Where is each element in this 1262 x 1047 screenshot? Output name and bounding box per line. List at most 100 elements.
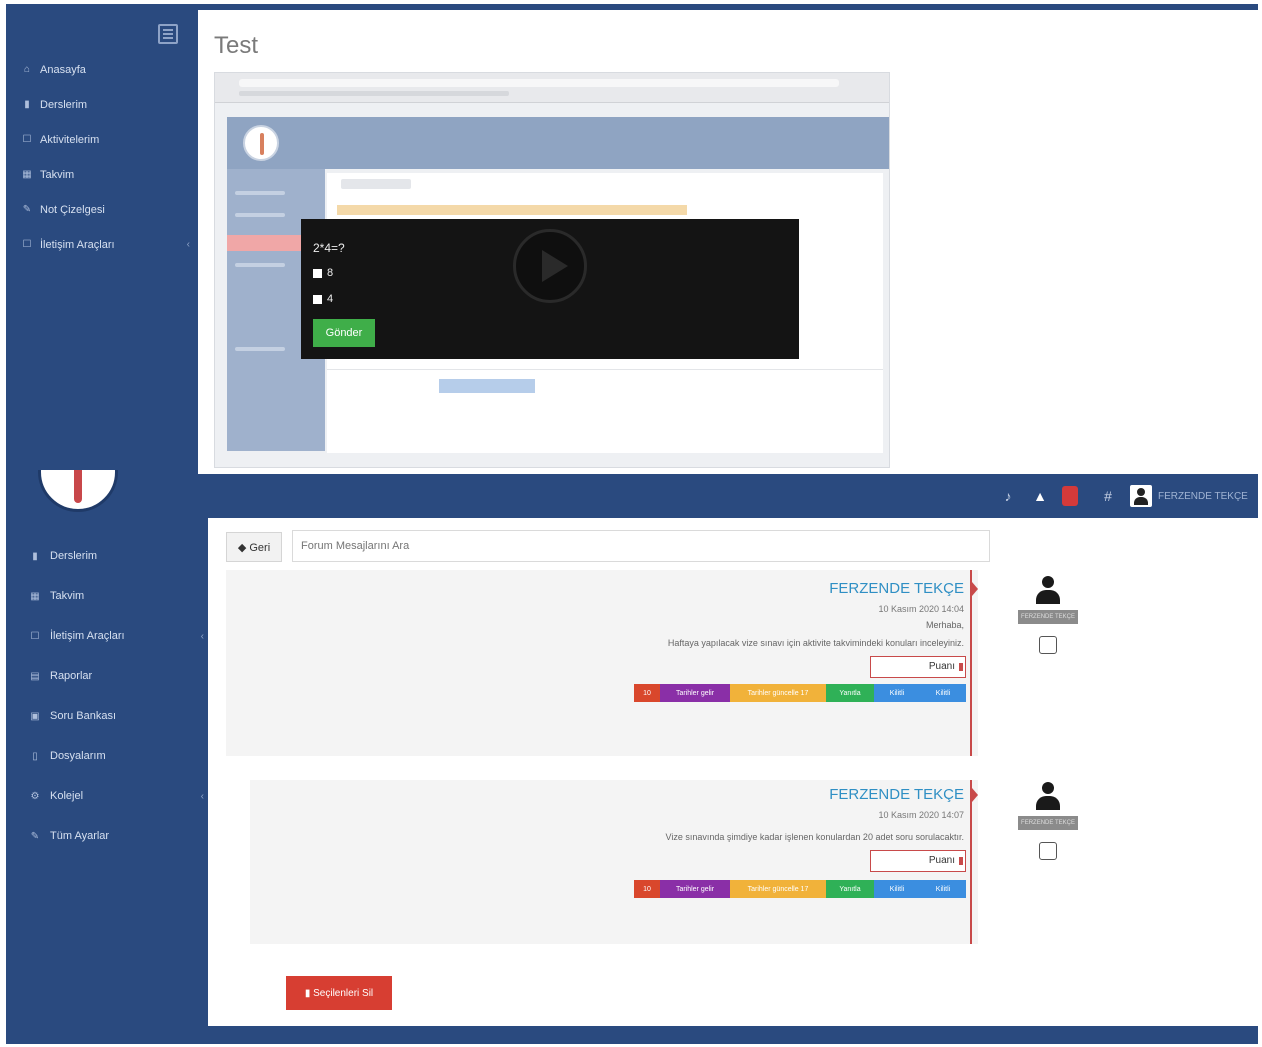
forum-post: FERZENDE TEKÇE 10 Kasım 2020 14:04 Merhaba… <box>226 570 978 756</box>
video-subtitle-block <box>341 179 411 189</box>
comment-icon: ☐ <box>30 630 40 642</box>
post-author[interactable]: FERZENDE TEKÇE <box>829 580 964 597</box>
post-divider <box>970 780 972 944</box>
top-sidebar-item-label: Derslerim <box>40 98 88 111</box>
video-row-line <box>327 369 883 370</box>
quiz-option-checkbox[interactable] <box>313 268 322 278</box>
quiz-overlay: 2*4=? 8 4 Gönder <box>301 219 799 359</box>
post-action-button[interactable]: 10 <box>634 684 660 702</box>
trash-icon: ▮ <box>304 987 311 999</box>
book-icon: ▮ <box>24 99 30 110</box>
post-action-button[interactable]: Yanıtla <box>826 880 874 898</box>
back-button[interactable]: ◆ Geri <box>226 532 282 562</box>
top-sidebar: ⌂ Anasayfa ▮ Derslerim ☐ Aktivitelerim ▦ Takvim… <box>6 4 198 474</box>
post-date: 10 Kasım 2020 14:04 <box>878 604 964 614</box>
bottom-sidebar-item[interactable]: ☐ İletişim Araçları ‹ <box>28 616 204 656</box>
wrench-icon: ✎ <box>30 830 40 842</box>
top-sidebar-item[interactable]: ⌂ Anasayfa <box>20 52 190 87</box>
top-sidebar-item[interactable]: ▮ Derslerim <box>20 87 190 122</box>
video-bookmarks-bar <box>239 91 509 96</box>
user-icon[interactable] <box>1130 485 1152 507</box>
user-avatar-icon <box>1033 782 1063 812</box>
hash-icon[interactable]: # <box>1098 486 1118 506</box>
top-sidebar-item[interactable]: ☐ Aktivitelerim <box>20 122 190 157</box>
post-action-button[interactable]: Kilitli <box>874 880 920 898</box>
bottom-sidebar-item[interactable]: ▣ Soru Bankası <box>28 696 204 736</box>
forum-content: ◆ Geri FERZENDE TEKÇE 10 Kasım 2020 14:04… <box>208 518 1258 1026</box>
video-logo-icon <box>243 125 279 161</box>
bottom-sidebar-item[interactable]: ⚙ Kolejel ‹ <box>28 776 204 816</box>
bottom-sidebar-item-label: İletişim Araçları <box>50 630 125 642</box>
question-bank-icon: ▣ <box>30 710 40 722</box>
quiz-question: 2*4=? <box>313 241 345 255</box>
bottom-sidebar-item-label: Soru Bankası <box>50 710 117 722</box>
top-sidebar-item-label: Aktivitelerim <box>40 133 100 146</box>
bottom-sidebar-item[interactable]: ▮ Derslerim <box>28 536 204 576</box>
post-message: Vize sınavında şimdiye kadar işlenen kon… <box>665 832 964 842</box>
quiz-option[interactable]: 8 <box>313 267 333 279</box>
book-icon: ▮ <box>32 550 38 562</box>
post-score-select[interactable]: Puanı <box>870 656 966 678</box>
post-score-select[interactable]: Puanı <box>870 850 966 872</box>
video-sidebar-line <box>235 347 285 351</box>
top-sidebar-item[interactable]: ▦ Takvim <box>20 157 190 192</box>
post-select-checkbox[interactable] <box>1039 636 1057 654</box>
post-action-button[interactable]: 10 <box>634 880 660 898</box>
video-player[interactable]: 2*4=? 8 4 Gönder <box>214 72 890 468</box>
alert-icon[interactable] <box>1062 486 1078 506</box>
post-action-button[interactable]: Tarihler gelir <box>660 684 730 702</box>
bell-icon[interactable]: ♪ <box>998 486 1018 506</box>
top-sidebar-item[interactable]: ✎ Not Çizelgesi <box>20 192 190 227</box>
post-select-checkbox[interactable] <box>1039 842 1057 860</box>
top-sidebar-item-label: Anasayfa <box>40 63 86 76</box>
menu-toggle-icon[interactable] <box>158 24 178 44</box>
post-user-card: FERZENDE TEKÇE <box>1016 782 1080 860</box>
bottom-sidebar-item[interactable]: ▦ Takvim <box>28 576 204 616</box>
play-icon[interactable] <box>513 229 587 303</box>
post-action-button[interactable]: Yanıtla <box>826 684 874 702</box>
quiz-option-label: 4 <box>327 293 334 305</box>
post-action-button[interactable]: Tarihler güncelle 17 <box>730 684 826 702</box>
quiz-submit-button[interactable]: Gönder <box>313 319 375 347</box>
post-author[interactable]: FERZENDE TEKÇE <box>829 786 964 803</box>
post-action-button[interactable]: Kilitli <box>920 880 966 898</box>
university-logo <box>38 470 118 512</box>
warning-icon[interactable]: ▲ <box>1030 486 1050 506</box>
bottom-sidebar-item-label: Tüm Ayarlar <box>50 830 110 842</box>
post-caret-icon <box>972 788 978 802</box>
top-sidebar-item-label: İletişim Araçları <box>40 238 115 251</box>
video-sidebar-line <box>235 191 285 195</box>
bottom-sidebar-item[interactable]: ▤ Raporlar <box>28 656 204 696</box>
video-lms-header <box>227 117 889 169</box>
forum-search-input[interactable] <box>292 530 990 562</box>
file-icon: ▯ <box>32 750 38 762</box>
top-navbar: ♪ ▲ # FERZENDE TEKÇE <box>198 474 1258 518</box>
top-sidebar-item[interactable]: ☐ İletişim Araçları ‹ <box>20 227 190 262</box>
post-action-button[interactable]: Kilitli <box>920 684 966 702</box>
quiz-option[interactable]: 4 <box>313 293 333 305</box>
app-frame: ⌂ Anasayfa ▮ Derslerim ☐ Aktivitelerim ▦ Takvim… <box>6 4 1258 1044</box>
post-greeting: Merhaba, <box>925 620 964 630</box>
forum-post: FERZENDE TEKÇE 10 Kasım 2020 14:07 Vize sı… <box>250 780 978 944</box>
quiz-option-checkbox[interactable] <box>313 294 322 304</box>
page-title: Test <box>214 32 259 59</box>
top-content: Test 2*4=? 8 4 Gönder <box>198 10 1258 474</box>
post-action-button[interactable]: Kilitli <box>874 684 920 702</box>
post-action-bar: 10 Tarihler gelir Tarihler güncelle 17 Yanı… <box>634 880 966 898</box>
activity-icon: ☐ <box>22 134 32 145</box>
bottom-sidebar-item[interactable]: ✎ Tüm Ayarlar <box>28 816 204 856</box>
bottom-sidebar-item[interactable]: ▯ Dosyalarım <box>28 736 204 776</box>
user-avatar-icon <box>1033 576 1063 606</box>
video-sidebar-line <box>235 213 285 217</box>
post-action-button[interactable]: Tarihler güncelle 17 <box>730 880 826 898</box>
navbar-user-name[interactable]: FERZENDE TEKÇE <box>1158 491 1258 502</box>
home-icon: ⌂ <box>23 64 31 75</box>
report-icon: ▤ <box>30 670 40 682</box>
top-sidebar-item-label: Takvim <box>40 168 75 181</box>
delete-selected-button[interactable]: ▮ Seçilenleri Sil <box>286 976 392 1010</box>
bottom-sidebar-item-label: Kolejel <box>50 790 84 802</box>
cogs-icon: ⚙ <box>30 790 40 802</box>
post-action-button[interactable]: Tarihler gelir <box>660 880 730 898</box>
bottom-sidebar-item-label: Raporlar <box>50 670 93 682</box>
video-highlight-bar <box>337 205 687 215</box>
